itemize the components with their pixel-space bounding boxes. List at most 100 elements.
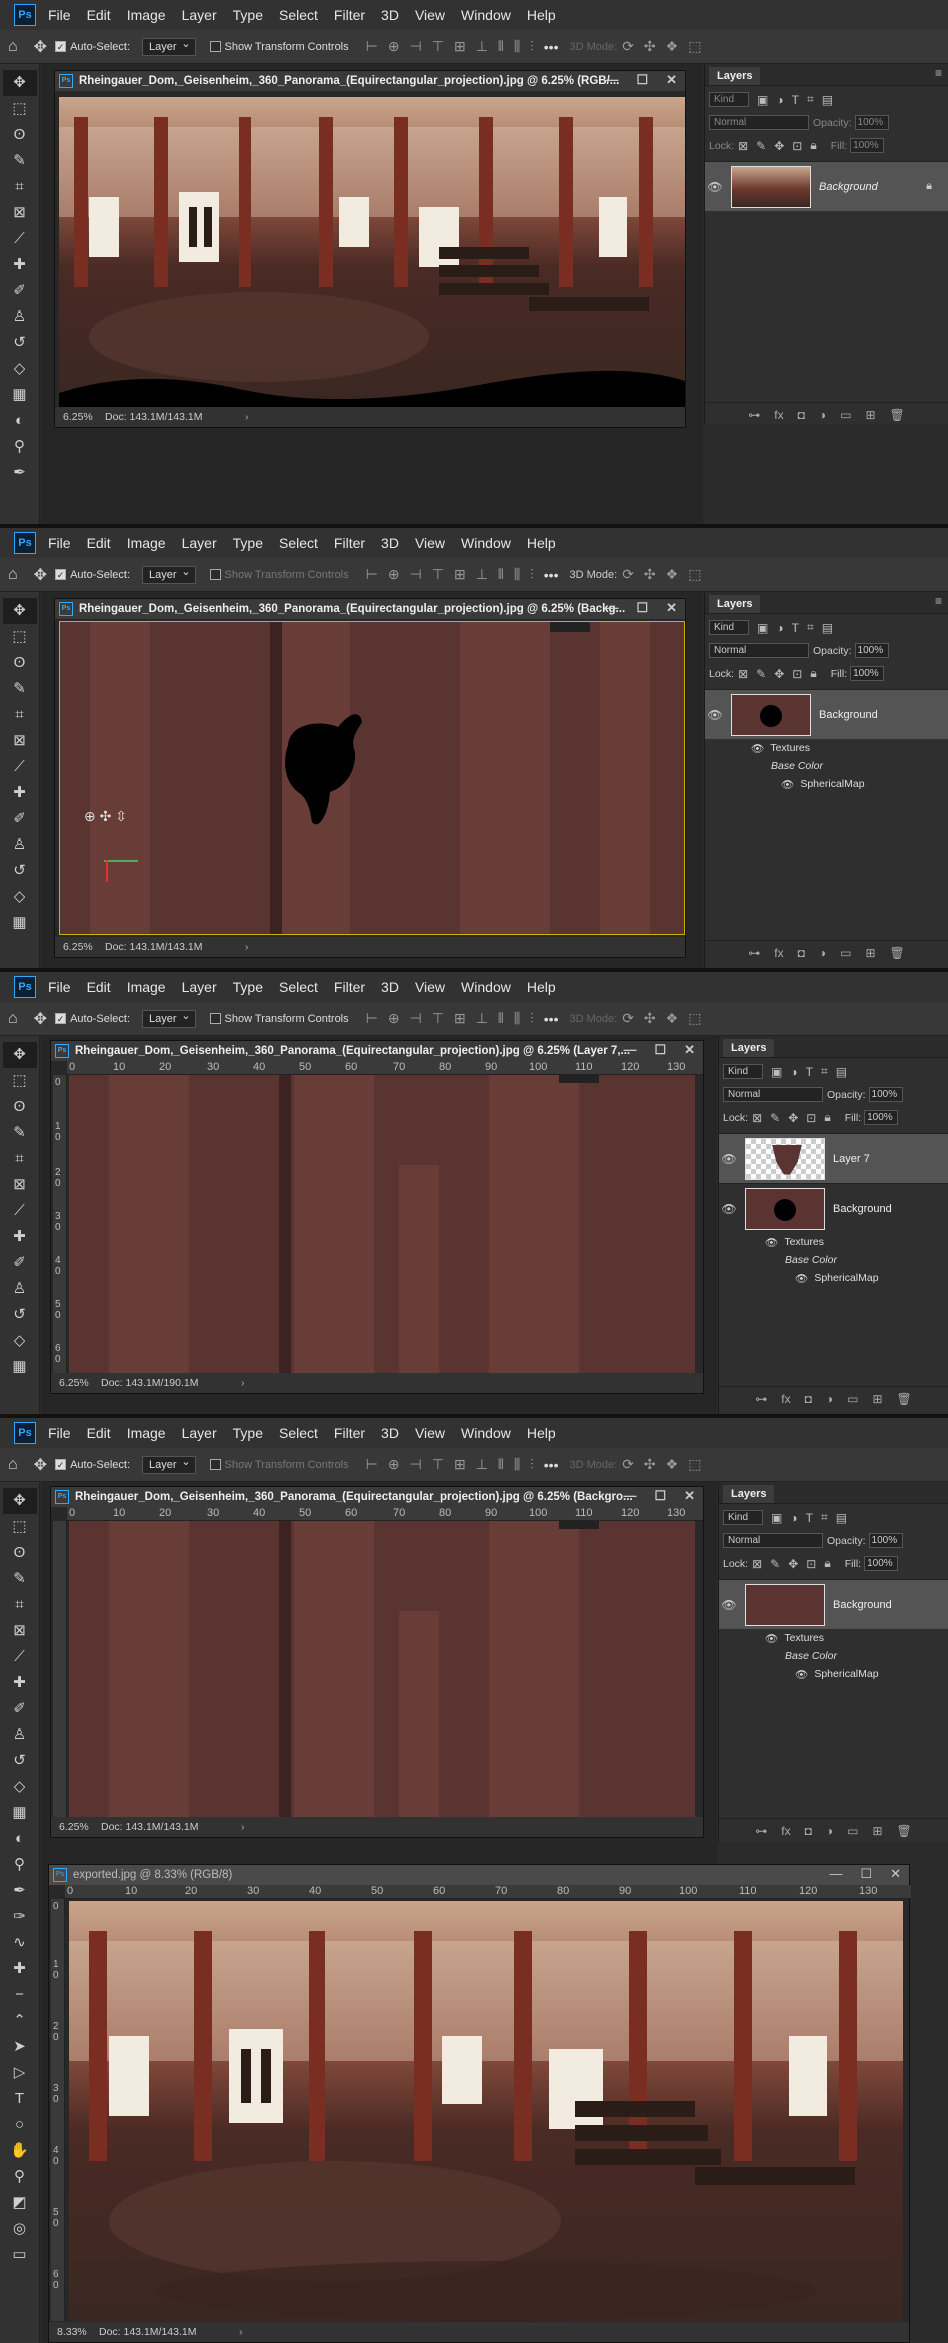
auto-select-checkbox[interactable]: ✓ Auto-Select: [55, 1013, 130, 1025]
align-right-icon[interactable]: ⊣ [410, 1456, 422, 1473]
menu-edit[interactable]: Edit [87, 7, 111, 23]
align-middle-icon[interactable]: ⊞ [454, 38, 466, 55]
close-icon[interactable]: ✕ [890, 1866, 901, 1881]
horizontal-ruler[interactable]: 0 10 20 30 40 50 60 70 80 90 100 110 120 130 [67, 1507, 703, 1521]
eye-icon[interactable]: 👁︎ [705, 708, 725, 722]
eye-icon[interactable]: 👁︎ [705, 180, 725, 194]
distribute-3-icon[interactable]: ⫶ [530, 1010, 534, 1027]
sub-row-sphericalmap[interactable]: 👁︎ SphericalMap [719, 1665, 948, 1683]
pan-icon[interactable]: ✣ [100, 808, 112, 824]
crop-tool-icon[interactable]: ⌗ [3, 1146, 37, 1172]
menu-image[interactable]: Image [127, 1425, 166, 1441]
smart-filter-icon[interactable]: ▤ [822, 93, 833, 107]
mask-icon[interactable]: ◘ [805, 1824, 812, 1838]
trash-icon[interactable]: 🗑︎ [897, 1392, 912, 1406]
move-tool-icon[interactable]: ✥ [34, 1455, 47, 1475]
type-filter-icon[interactable]: T [806, 1065, 813, 1079]
menu-help[interactable]: Help [527, 7, 556, 23]
tab-layers[interactable]: Layers [723, 1039, 775, 1057]
floor-canvas[interactable] [69, 1075, 695, 1375]
tab-layers[interactable]: Layers [723, 1485, 775, 1503]
lock-pixels-icon[interactable]: ⊠ [752, 1111, 762, 1125]
delete-anchor-icon[interactable]: − [3, 1982, 37, 2008]
menu-view[interactable]: View [415, 535, 445, 551]
history-brush-icon[interactable]: ↺ [3, 330, 37, 356]
menu-filter[interactable]: Filter [334, 7, 365, 23]
lock-all-icon[interactable]: 🔒︎ [810, 138, 816, 153]
align-left-icon[interactable]: ⊢ [366, 1010, 378, 1027]
transform-controls-checkbox[interactable]: Show Transform Controls [209, 1459, 349, 1471]
link-icon[interactable]: ⊶ [755, 1824, 767, 1838]
group-icon[interactable]: ▭ [847, 1392, 858, 1406]
fx-icon[interactable]: fx [774, 946, 783, 960]
auto-select-checkbox[interactable]: ✓ Auto-Select: [55, 1459, 130, 1471]
panel-menu-icon[interactable]: ≡ [935, 66, 942, 80]
menu-file[interactable]: File [48, 535, 71, 551]
layer-row-layer7[interactable]: 👁︎ Layer 7 [719, 1133, 948, 1183]
menu-3d[interactable]: 3D [381, 1425, 399, 1441]
close-icon[interactable]: ✕ [666, 72, 677, 87]
align-center-icon[interactable]: ⊕ [388, 1010, 400, 1027]
hand-tool-icon[interactable]: ✋ [3, 2138, 37, 2164]
menu-edit[interactable]: Edit [87, 535, 111, 551]
align-right-icon[interactable]: ⊣ [410, 566, 422, 583]
kind-filter[interactable]: Kind [723, 1510, 764, 1525]
mask-icon[interactable]: ◘ [805, 1392, 812, 1406]
group-icon[interactable]: ▭ [840, 408, 851, 422]
slide-3d-icon[interactable]: ❖ [666, 38, 679, 55]
mask-icon[interactable]: ◘ [798, 946, 805, 960]
menu-select[interactable]: Select [279, 7, 318, 23]
healing-brush-icon[interactable]: ✚ [3, 780, 37, 806]
menu-select[interactable]: Select [279, 979, 318, 995]
lock-pixels-icon[interactable]: ⊠ [738, 667, 748, 681]
menu-file[interactable]: File [48, 979, 71, 995]
quick-select-icon[interactable]: ✎ [3, 1120, 37, 1146]
frame-tool-icon[interactable]: ⊠ [3, 1172, 37, 1198]
menu-file[interactable]: File [48, 7, 71, 23]
menu-type[interactable]: Type [233, 979, 263, 995]
history-brush-icon[interactable]: ↺ [3, 858, 37, 884]
layer-select[interactable]: Layer [142, 1009, 196, 1028]
lock-artboard-icon[interactable]: ⊡ [806, 1111, 816, 1125]
lock-position-icon[interactable]: ✥ [774, 139, 784, 153]
sub-row-base-color[interactable]: Base Color [719, 1647, 948, 1665]
fx-icon[interactable]: fx [781, 1824, 790, 1838]
eye-icon[interactable]: 👁︎ [719, 1202, 739, 1216]
freeform-pen-icon[interactable]: ✑ [3, 1904, 37, 1930]
new-layer-icon[interactable]: ⊞ [865, 408, 875, 422]
blur-tool-icon[interactable]: ◐ [3, 408, 37, 434]
pan-3d-icon[interactable]: ✣ [644, 566, 656, 583]
opacity-field[interactable]: 100% [854, 643, 889, 658]
lasso-tool-icon[interactable]: ʘ [3, 650, 37, 676]
lock-paint-icon[interactable]: ✎ [770, 1557, 780, 1571]
new-layer-icon[interactable]: ⊞ [872, 1824, 882, 1838]
menu-edit[interactable]: Edit [87, 979, 111, 995]
align-left-icon[interactable]: ⊢ [366, 566, 378, 583]
maximize-icon[interactable]: ☐ [654, 1488, 666, 1503]
stamp-tool-icon[interactable]: ♙ [3, 1722, 37, 1748]
pan-3d-icon[interactable]: ✣ [644, 1456, 656, 1473]
dodge-tool-icon[interactable]: ⚲ [3, 1852, 37, 1878]
minimize-icon[interactable]: — [605, 600, 618, 615]
opacity-field[interactable]: 100% [854, 115, 889, 130]
adjustment-icon[interactable]: ◑ [826, 1824, 833, 1838]
quick-mask-icon[interactable]: ◎ [3, 2216, 37, 2242]
sub-row-textures[interactable]: 👁︎ Textures [719, 1233, 948, 1251]
type-filter-icon[interactable]: T [806, 1511, 813, 1525]
align-center-icon[interactable]: ⊕ [388, 1456, 400, 1473]
home-icon[interactable]: ⌂ [8, 38, 18, 56]
align-center-icon[interactable]: ⊕ [388, 566, 400, 583]
gradient-tool-icon[interactable]: ▦ [3, 1354, 37, 1380]
eyedropper-icon[interactable]: ⟋ [3, 754, 37, 780]
zoom-level[interactable]: 6.25% [55, 411, 105, 423]
align-left-icon[interactable]: ⊢ [366, 38, 378, 55]
distribute-icon[interactable]: ⫴ [498, 1010, 504, 1027]
mask-icon[interactable]: ◘ [798, 408, 805, 422]
menu-image[interactable]: Image [127, 535, 166, 551]
healing-brush-icon[interactable]: ✚ [3, 1670, 37, 1696]
menu-window[interactable]: Window [461, 535, 511, 551]
align-top-icon[interactable]: ⊤ [432, 1010, 444, 1027]
crop-tool-icon[interactable]: ⌗ [3, 174, 37, 200]
sub-row-textures[interactable]: 👁︎ Textures [705, 739, 948, 757]
shape-filter-icon[interactable]: ⌗ [807, 92, 814, 107]
